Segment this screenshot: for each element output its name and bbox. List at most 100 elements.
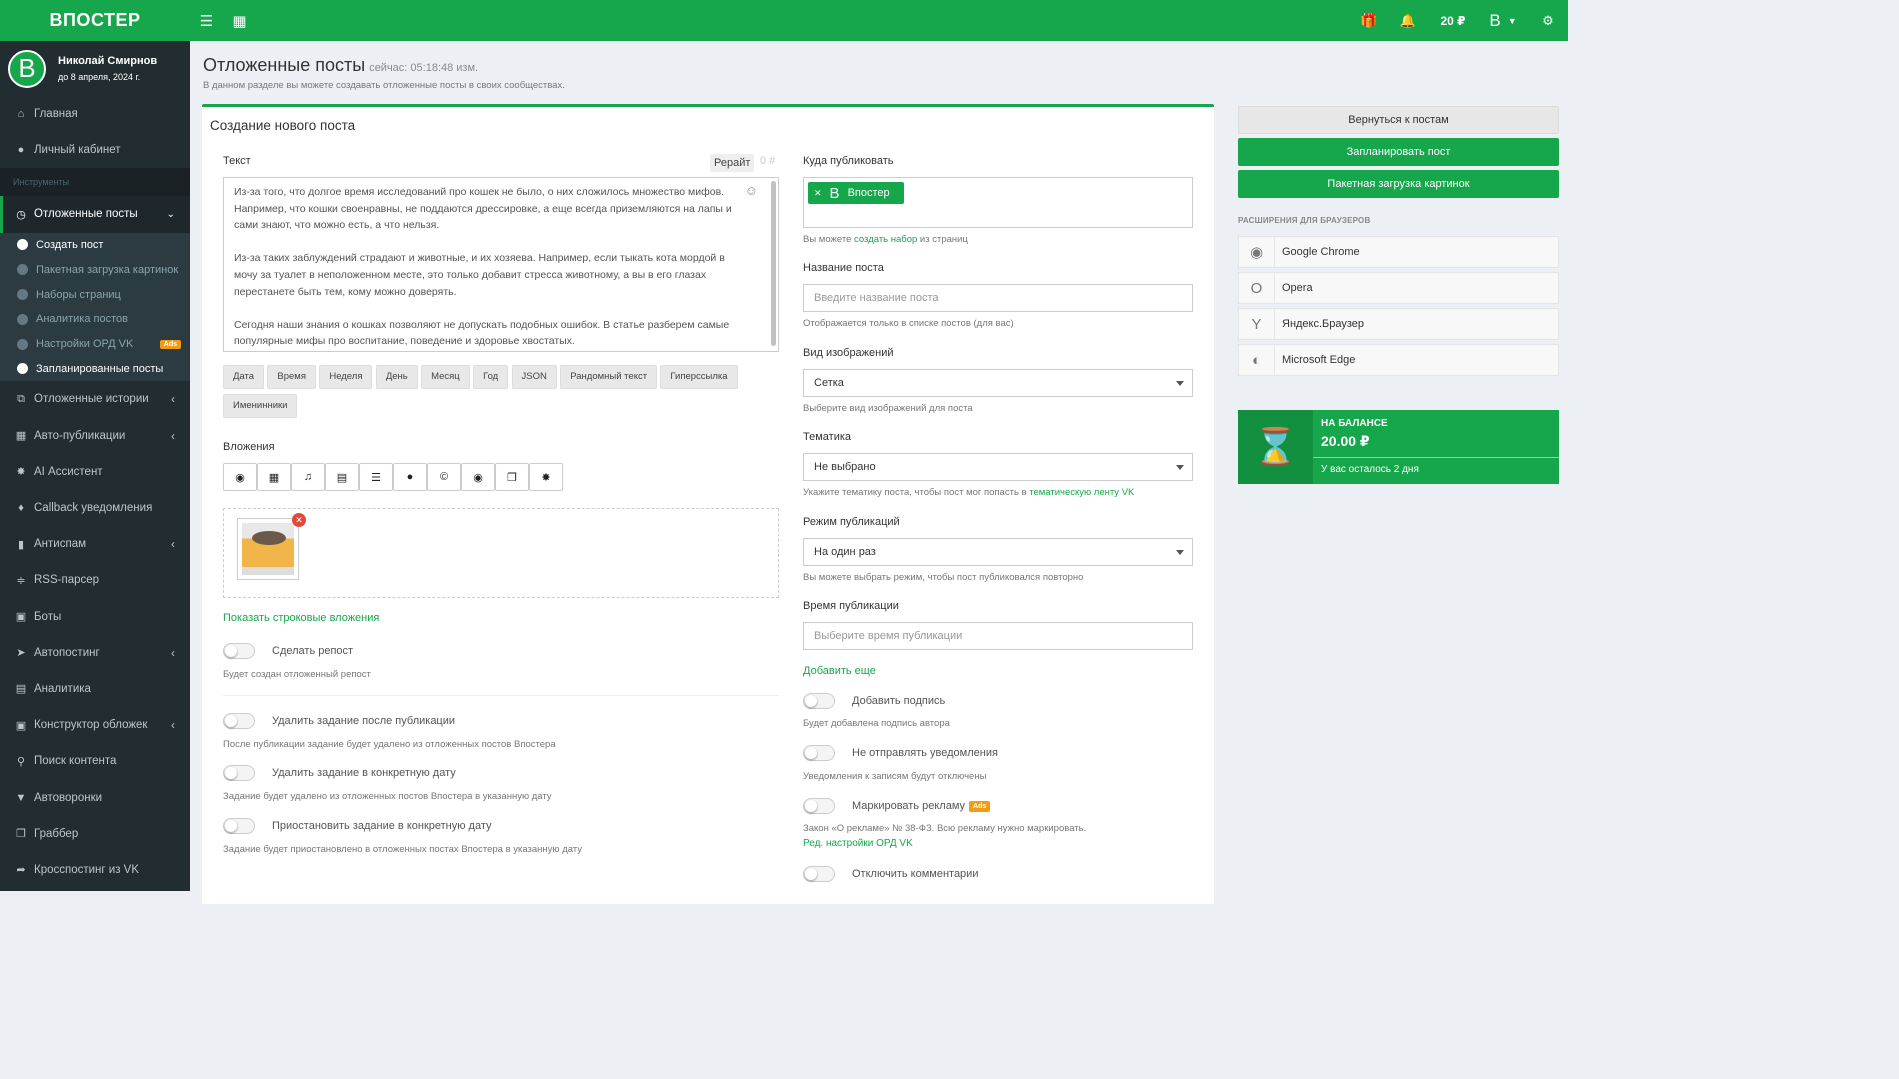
sidebar-item-funnels[interactable]: ▼ Автоворонки xyxy=(0,779,190,815)
extension-yandex[interactable]: Y Яндекс.Браузер xyxy=(1238,308,1559,340)
repost-toggle[interactable] xyxy=(223,643,255,659)
sidebar-item-autoposting[interactable]: ➤ Автопостинг ‹ xyxy=(0,635,190,671)
sidebar-item-delayed-posts[interactable]: ◷ Отложенные посты ⌄ xyxy=(0,196,190,233)
camera-icon[interactable]: ◉ xyxy=(223,463,257,491)
file-icon[interactable]: ▤ xyxy=(325,463,359,491)
sub-item-bulk-upload[interactable]: Пакетная загрузка картинок xyxy=(0,257,190,282)
view-select[interactable]: Сетка xyxy=(803,369,1193,397)
schedule-post-button[interactable]: Запланировать пост xyxy=(1238,138,1559,166)
no-notify-toggle-row: Не отправлять уведомления xyxy=(803,745,998,761)
stories-icon: ⧉ xyxy=(17,392,25,405)
chip-month[interactable]: Месяц xyxy=(421,365,470,389)
pause-date-hint: Задание будет приостановлено в отложенны… xyxy=(223,844,583,855)
sidebar-item-label: Авто-публикации xyxy=(34,429,126,442)
sidebar-item-analytics[interactable]: ▤ Аналитика xyxy=(0,671,190,707)
create-set-link[interactable]: создать набор xyxy=(854,234,917,245)
chip-hyperlink[interactable]: Гиперссылка xyxy=(660,365,738,389)
disable-comments-toggle[interactable] xyxy=(803,866,835,882)
user-menu[interactable]: В ▼ xyxy=(1478,0,1528,41)
mark-ads-toggle[interactable] xyxy=(803,798,835,814)
settings-icon[interactable]: ⚙ xyxy=(1528,0,1568,41)
delete-date-toggle[interactable] xyxy=(223,765,255,781)
sub-item-ord-settings[interactable]: Настройки ОРД VK Ads xyxy=(0,332,190,357)
no-notify-toggle[interactable] xyxy=(803,745,835,761)
sidebar-item-rss[interactable]: ≑ RSS-парсер xyxy=(0,562,190,598)
ai-icon: ✸ xyxy=(16,466,26,479)
comment-icon[interactable]: ◉ xyxy=(461,463,495,491)
remove-tag-icon[interactable]: ✕ xyxy=(814,188,822,199)
sub-item-page-sets[interactable]: Наборы страниц xyxy=(0,282,190,307)
show-string-attachments-link[interactable]: Показать строковые вложения xyxy=(223,612,379,624)
sidebar-item-label: Автоворонки xyxy=(34,791,103,804)
divider xyxy=(223,695,779,696)
balance-display[interactable]: 20 ₽ xyxy=(1428,0,1478,41)
sidebar-item-antispam[interactable]: ▮ Антиспам ‹ xyxy=(0,526,190,562)
attachments-dropzone[interactable]: ✕ xyxy=(223,508,779,598)
app-logo[interactable]: ВПОСТЕР xyxy=(0,0,190,41)
remove-attachment-icon[interactable]: ✕ xyxy=(292,513,306,527)
sub-item-create-post[interactable]: Создать пост xyxy=(0,233,190,258)
sidebar-item-label: Автопостинг xyxy=(34,646,100,659)
chip-random-text[interactable]: Рандомный текст xyxy=(560,365,658,389)
sidebar-item-label: Антиспам xyxy=(34,538,86,551)
signature-toggle[interactable] xyxy=(803,693,835,709)
extension-chrome[interactable]: ◉ Google Chrome xyxy=(1238,236,1559,268)
delete-after-toggle[interactable] xyxy=(223,713,255,729)
topic-feed-link[interactable]: тематическую ленту VK xyxy=(1029,487,1134,498)
grid-icon[interactable]: ▦ xyxy=(223,0,256,41)
sidebar-item-crossposting[interactable]: ➦ Кросспостинг из VK xyxy=(0,852,190,888)
music-icon[interactable]: ♫ xyxy=(291,463,325,491)
extension-opera[interactable]: O Opera xyxy=(1238,272,1559,304)
gift-icon[interactable]: 🎁 xyxy=(1350,0,1388,41)
chip-birthdays[interactable]: Именинники xyxy=(223,394,298,418)
ord-settings-link[interactable]: Ред. настройки ОРД VK xyxy=(803,838,913,849)
funnel-icon: ▼ xyxy=(15,791,27,804)
sidebar-item-grabber[interactable]: ❐ Граббер xyxy=(0,816,190,852)
sidebar-item-cover-builder[interactable]: ▣ Конструктор обложек ‹ xyxy=(0,707,190,743)
map-pin-icon[interactable]: ● xyxy=(393,463,427,491)
ai-icon[interactable]: ✸ xyxy=(529,463,563,491)
sidebar-item-account[interactable]: ● Личный кабинет xyxy=(0,132,190,168)
chip-week[interactable]: Неделя xyxy=(319,365,373,389)
list-icon[interactable]: ☰ xyxy=(359,463,393,491)
film-icon[interactable]: ▦ xyxy=(257,463,291,491)
toggle-label: Добавить подпись xyxy=(852,695,946,707)
emoji-icon[interactable]: ☺ xyxy=(745,183,758,200)
rewrite-button[interactable]: Рерайт xyxy=(710,154,755,172)
scrollbar[interactable] xyxy=(771,181,776,346)
bell-icon[interactable]: 🔔 xyxy=(1388,0,1428,41)
chip-json[interactable]: JSON xyxy=(511,365,557,389)
no-notify-hint: Уведомления к записям будут отключены xyxy=(803,771,987,782)
user-initial: В xyxy=(1489,10,1501,30)
target-select[interactable]: ✕ B Впостер xyxy=(803,177,1193,228)
publish-time-input[interactable]: Выберите время публикации xyxy=(803,622,1193,650)
topic-select[interactable]: Не выбрано xyxy=(803,453,1193,481)
pages-icon[interactable]: ❐ xyxy=(495,463,529,491)
subscription-date: до 8 апреля, 2024 г. xyxy=(58,72,141,82)
bulk-upload-button[interactable]: Пакетная загрузка картинок xyxy=(1238,170,1559,198)
chip-time[interactable]: Время xyxy=(267,365,316,389)
sidebar-item-auto-publications[interactable]: ▦ Авто-публикации ‹ xyxy=(0,418,190,454)
back-to-posts-button[interactable]: Вернуться к постам xyxy=(1238,106,1559,134)
sidebar-item-callback[interactable]: ♦ Callback уведомления xyxy=(0,490,190,526)
sub-item-post-analytics[interactable]: Аналитика постов xyxy=(0,307,190,332)
sidebar-item-stories[interactable]: ⧉ Отложенные истории ‹ xyxy=(0,381,190,417)
chip-year[interactable]: Год xyxy=(473,365,509,389)
post-name-input[interactable]: Введите название поста xyxy=(803,284,1193,312)
sidebar-item-content-search[interactable]: ⚲ Поиск контента xyxy=(0,743,190,779)
chip-date[interactable]: Дата xyxy=(223,365,265,389)
add-more-link[interactable]: Добавить еще xyxy=(803,665,876,677)
current-time[interactable]: сейчас: 05:18:48 изм. xyxy=(369,62,478,74)
extension-edge[interactable]: ◐ Microsoft Edge xyxy=(1238,344,1559,376)
attachment-thumbnail[interactable] xyxy=(237,518,299,580)
pause-date-toggle[interactable] xyxy=(223,818,255,834)
sidebar-item-ai[interactable]: ✸ AI Ассистент xyxy=(0,454,190,490)
mode-select[interactable]: На один раз xyxy=(803,538,1193,566)
sub-item-scheduled-posts[interactable]: Запланированные посты xyxy=(0,357,190,382)
sidebar-item-bots[interactable]: ▣ Боты xyxy=(0,598,190,634)
chip-day[interactable]: День xyxy=(375,365,418,389)
post-text-area[interactable]: Из-за того, что долгое время исследовани… xyxy=(223,177,779,352)
copyright-icon[interactable]: © xyxy=(427,463,461,491)
menu-toggle-icon[interactable]: ☰ xyxy=(190,0,223,41)
sidebar-item-home[interactable]: ⌂ Главная xyxy=(0,96,190,132)
